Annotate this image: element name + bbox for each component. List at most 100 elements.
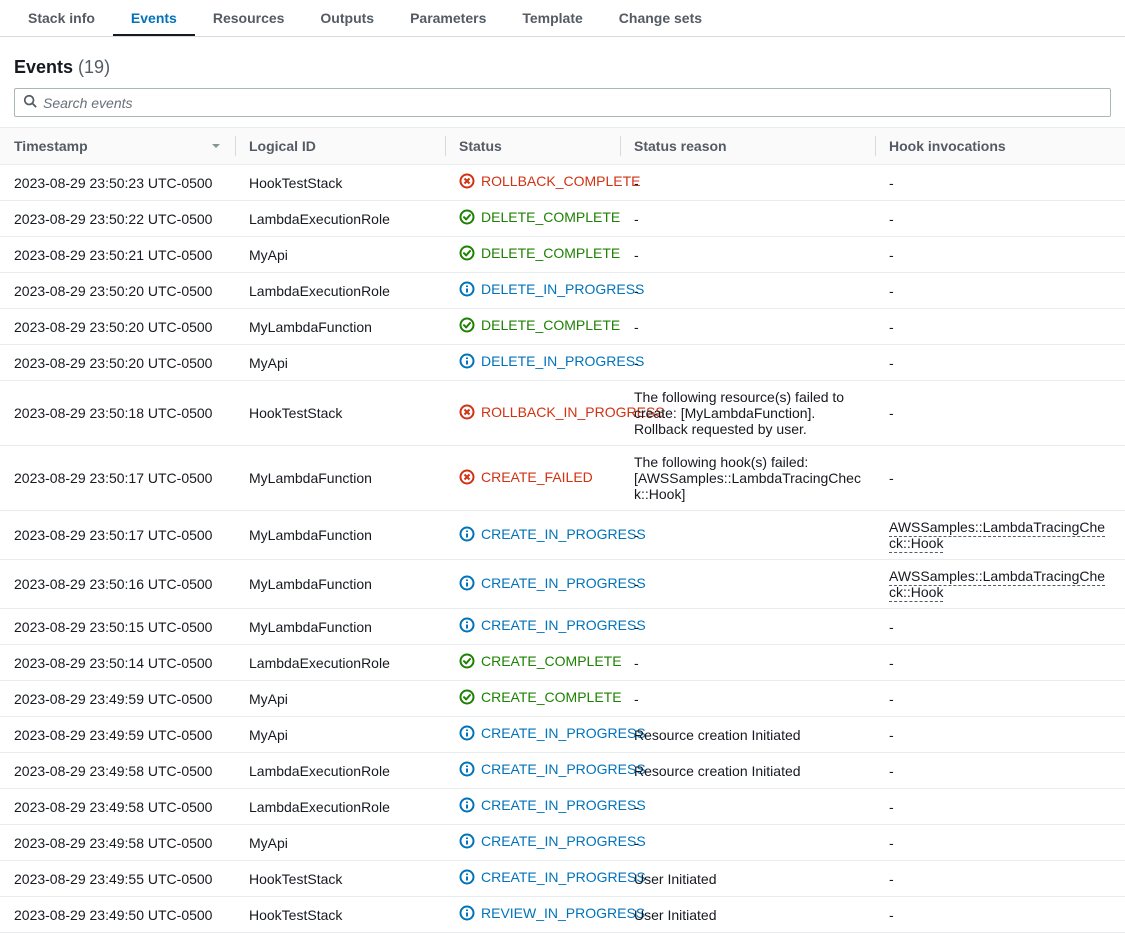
tab-stack-info[interactable]: Stack info (10, 0, 113, 36)
tab-parameters[interactable]: Parameters (392, 0, 504, 36)
tab-template[interactable]: Template (504, 0, 600, 36)
hook-link[interactable]: AWSSamples::LambdaTracingCheck::Hook (889, 568, 1105, 602)
cell-reason: - (620, 789, 875, 825)
status-text: CREATE_IN_PROGRESS (481, 869, 646, 885)
cell-logical-id: MyLambdaFunction (235, 511, 445, 560)
cell-hook: - (875, 753, 1125, 789)
success-icon (459, 245, 475, 264)
status-text: DELETE_COMPLETE (481, 317, 620, 333)
tab-resources[interactable]: Resources (195, 0, 303, 36)
cell-logical-id: MyLambdaFunction (235, 560, 445, 609)
cell-timestamp: 2023-08-29 23:50:20 UTC-0500 (0, 345, 235, 381)
cell-timestamp: 2023-08-29 23:49:59 UTC-0500 (0, 681, 235, 717)
status-text: CREATE_FAILED (481, 469, 593, 485)
cell-timestamp: 2023-08-29 23:49:50 UTC-0500 (0, 897, 235, 933)
cell-timestamp: 2023-08-29 23:50:18 UTC-0500 (0, 381, 235, 446)
cell-hook: - (875, 201, 1125, 237)
tab-events[interactable]: Events (113, 0, 195, 36)
cell-hook: - (875, 789, 1125, 825)
cell-hook: - (875, 681, 1125, 717)
cell-logical-id: MyLambdaFunction (235, 446, 445, 511)
cell-hook: AWSSamples::LambdaTracingCheck::Hook (875, 511, 1125, 560)
events-table: Timestamp Logical ID Status Status reaso… (0, 127, 1125, 933)
cell-timestamp: 2023-08-29 23:50:15 UTC-0500 (0, 609, 235, 645)
cell-reason: Resource creation Initiated (620, 753, 875, 789)
status-text: DELETE_IN_PROGRESS (481, 353, 644, 369)
cell-hook: - (875, 645, 1125, 681)
cell-reason: - (620, 511, 875, 560)
status-text: DELETE_COMPLETE (481, 245, 620, 261)
cell-reason: User Initiated (620, 897, 875, 933)
info-icon (459, 617, 475, 636)
table-row: 2023-08-29 23:49:59 UTC-0500MyApiCREATE_… (0, 717, 1125, 753)
cell-status: CREATE_FAILED (445, 446, 620, 511)
table-row: 2023-08-29 23:50:14 UTC-0500LambdaExecut… (0, 645, 1125, 681)
col-reason[interactable]: Status reason (620, 128, 875, 165)
cell-reason: The following hook(s) failed: [AWSSample… (620, 446, 875, 511)
cell-timestamp: 2023-08-29 23:50:21 UTC-0500 (0, 237, 235, 273)
cell-reason: - (620, 825, 875, 861)
status-text: REVIEW_IN_PROGRESS (481, 905, 645, 921)
cell-logical-id: MyLambdaFunction (235, 309, 445, 345)
cell-hook: - (875, 861, 1125, 897)
search-wrapper (0, 88, 1125, 127)
status-text: CREATE_IN_PROGRESS (481, 725, 646, 741)
cell-hook: - (875, 825, 1125, 861)
cell-hook: - (875, 446, 1125, 511)
cell-reason: - (620, 345, 875, 381)
cell-status: DELETE_IN_PROGRESS (445, 273, 620, 309)
table-row: 2023-08-29 23:50:17 UTC-0500MyLambdaFunc… (0, 511, 1125, 560)
cell-status: CREATE_COMPLETE (445, 645, 620, 681)
table-row: 2023-08-29 23:50:18 UTC-0500HookTestStac… (0, 381, 1125, 446)
cell-reason: - (620, 681, 875, 717)
cell-timestamp: 2023-08-29 23:50:17 UTC-0500 (0, 511, 235, 560)
table-row: 2023-08-29 23:49:58 UTC-0500LambdaExecut… (0, 753, 1125, 789)
table-row: 2023-08-29 23:49:55 UTC-0500HookTestStac… (0, 861, 1125, 897)
info-icon (459, 905, 475, 924)
search-input[interactable] (43, 95, 1102, 111)
table-row: 2023-08-29 23:50:21 UTC-0500MyApiDELETE_… (0, 237, 1125, 273)
col-logical-id[interactable]: Logical ID (235, 128, 445, 165)
cell-timestamp: 2023-08-29 23:50:14 UTC-0500 (0, 645, 235, 681)
status-text: DELETE_COMPLETE (481, 209, 620, 225)
cell-reason: - (620, 609, 875, 645)
table-row: 2023-08-29 23:49:58 UTC-0500MyApiCREATE_… (0, 825, 1125, 861)
col-hook[interactable]: Hook invocations (875, 128, 1125, 165)
cell-hook: - (875, 381, 1125, 446)
cell-hook: - (875, 237, 1125, 273)
cell-status: CREATE_IN_PROGRESS (445, 717, 620, 753)
status-text: CREATE_IN_PROGRESS (481, 761, 646, 777)
cell-reason: Resource creation Initiated (620, 717, 875, 753)
cell-status: CREATE_IN_PROGRESS (445, 789, 620, 825)
table-row: 2023-08-29 23:50:15 UTC-0500MyLambdaFunc… (0, 609, 1125, 645)
cell-status: ROLLBACK_IN_PROGRESS (445, 381, 620, 446)
cell-status: CREATE_IN_PROGRESS (445, 825, 620, 861)
table-row: 2023-08-29 23:50:23 UTC-0500HookTestStac… (0, 165, 1125, 201)
col-status-label: Status (459, 138, 502, 154)
col-status[interactable]: Status (445, 128, 620, 165)
status-text: DELETE_IN_PROGRESS (481, 281, 644, 297)
info-icon (459, 797, 475, 816)
cell-status: CREATE_IN_PROGRESS (445, 861, 620, 897)
cell-logical-id: HookTestStack (235, 381, 445, 446)
search-box[interactable] (14, 88, 1111, 117)
cell-timestamp: 2023-08-29 23:49:55 UTC-0500 (0, 861, 235, 897)
cell-timestamp: 2023-08-29 23:49:58 UTC-0500 (0, 825, 235, 861)
table-row: 2023-08-29 23:50:16 UTC-0500MyLambdaFunc… (0, 560, 1125, 609)
cell-hook: - (875, 273, 1125, 309)
status-text: CREATE_IN_PROGRESS (481, 617, 646, 633)
table-row: 2023-08-29 23:49:50 UTC-0500HookTestStac… (0, 897, 1125, 933)
col-reason-label: Status reason (634, 138, 727, 154)
cell-status: CREATE_COMPLETE (445, 681, 620, 717)
status-text: CREATE_IN_PROGRESS (481, 797, 646, 813)
info-icon (459, 526, 475, 545)
col-timestamp[interactable]: Timestamp (0, 128, 235, 165)
table-row: 2023-08-29 23:50:17 UTC-0500MyLambdaFunc… (0, 446, 1125, 511)
status-text: ROLLBACK_COMPLETE (481, 173, 641, 189)
tab-outputs[interactable]: Outputs (302, 0, 392, 36)
cell-hook: AWSSamples::LambdaTracingCheck::Hook (875, 560, 1125, 609)
hook-link[interactable]: AWSSamples::LambdaTracingCheck::Hook (889, 519, 1105, 553)
success-icon (459, 653, 475, 672)
tab-change-sets[interactable]: Change sets (601, 0, 720, 36)
cell-status: ROLLBACK_COMPLETE (445, 165, 620, 201)
